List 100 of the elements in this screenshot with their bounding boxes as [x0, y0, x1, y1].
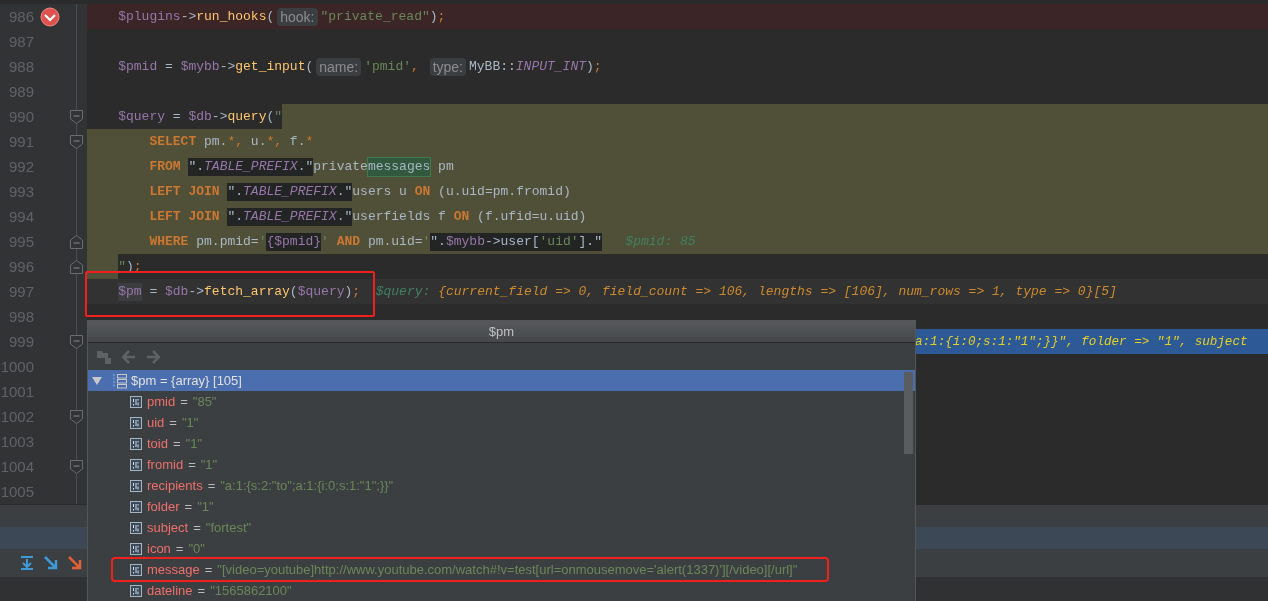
field-icon: [130, 437, 142, 450]
code-token: TABLE_PREFIX: [243, 207, 337, 226]
code-token: *,: [227, 132, 244, 151]
tree-item[interactable]: fromid = "1": [113, 454, 248, 475]
field-icon: [130, 584, 142, 597]
code-token: ': [321, 232, 330, 251]
variable-name: message: [147, 562, 200, 577]
code-token: ': [258, 232, 267, 251]
code-token: ;: [593, 57, 602, 76]
sql-keyword: WHERE: [148, 232, 189, 251]
code-token: get_input: [235, 57, 306, 76]
tree-item[interactable]: pmid = "85": [113, 391, 247, 412]
variable-value: "1": [185, 436, 203, 451]
code-token: 'pmid': [364, 57, 411, 76]
code-token: (: [289, 282, 298, 301]
code-token: 'uid': [539, 232, 579, 251]
parameter-hint: type:: [429, 57, 466, 76]
tree-item[interactable]: recipients = "a:1:{s:2:"to";a:1:{i:0;s:1:"1";}}": [113, 475, 424, 496]
field-icon: [130, 458, 142, 471]
code-token: ): [586, 57, 594, 76]
code-token: $db: [188, 107, 212, 126]
variable-name: icon: [147, 541, 171, 556]
code-token: ): [429, 7, 438, 26]
fold-marker-icon[interactable]: [70, 334, 83, 349]
code-token: .": [336, 182, 353, 201]
code-token: ;: [352, 282, 361, 301]
variable-name: subject: [147, 520, 189, 535]
sql-keyword: FROM: [148, 157, 182, 176]
inline-debug-value: {current_field => 0, field_count => 106, lengths => [106], num_rows => 1, type => 0}[5]: [438, 282, 1117, 301]
code-token: $db: [165, 282, 189, 301]
code-token: *: [305, 132, 314, 151]
fold-marker-icon[interactable]: [70, 109, 83, 124]
fold-marker-icon[interactable]: [70, 459, 83, 474]
variable-name: uid: [147, 415, 165, 430]
scrollbar-thumb[interactable]: [904, 372, 913, 454]
variable-value: "0": [188, 541, 205, 556]
code-token: ].": [578, 232, 602, 251]
popup-title: $pm: [88, 321, 915, 343]
tree-item[interactable]: subject = "fortest": [113, 517, 282, 538]
code-token: f.: [288, 132, 306, 151]
variable-value: "1565862100": [210, 583, 292, 598]
code-token: "private_read": [320, 7, 430, 26]
fold-marker-icon[interactable]: [70, 234, 83, 249]
sql-keyword: AND: [336, 232, 361, 251]
code-token: pm: [437, 157, 454, 176]
code-token: private: [313, 157, 368, 176]
code-token: {$pmid}: [266, 232, 322, 251]
equals-sign: =: [175, 541, 184, 556]
fold-marker-icon[interactable]: [70, 134, 83, 149]
equals-sign: =: [184, 499, 193, 514]
step-into-icon[interactable]: [43, 555, 59, 571]
code-token: ->user[: [484, 232, 540, 251]
variable-value: "85": [192, 394, 217, 409]
equals-sign: =: [188, 457, 196, 472]
sql-keyword: ON: [453, 207, 470, 226]
code-token: ): [344, 282, 353, 301]
code-token: (u.uid=pm.fromid): [437, 182, 571, 201]
tree-item[interactable]: icon = "0": [113, 538, 235, 559]
force-step-into-icon[interactable]: [67, 555, 83, 571]
code-token: userfields f: [352, 207, 447, 226]
code-token: (f.ufid=u.uid): [476, 207, 587, 226]
equals-sign: =: [169, 415, 177, 430]
code-token: $plugins: [117, 7, 181, 26]
field-icon: [130, 563, 142, 576]
tree-item[interactable]: dateline = "1565862100": [113, 580, 322, 601]
equals-sign: =: [172, 436, 181, 451]
code-token: $query: [117, 107, 165, 126]
code-token: run_hooks: [196, 7, 267, 26]
code-token: $pmid: [117, 57, 158, 76]
variable-name: dateline: [147, 583, 193, 598]
code-token: $mybb: [445, 232, 485, 251]
variable-name: toid: [147, 436, 168, 451]
breakpoint-icon[interactable]: [40, 6, 60, 27]
variable-value: "fortest": [205, 520, 252, 535]
code-token: ": [117, 257, 126, 276]
parameter-hint: hook:: [277, 7, 318, 26]
sql-keyword: SELECT: [148, 132, 197, 151]
code-token: ".: [227, 182, 244, 201]
variable-value: "a:1:{s:2:"to";a:1:{i:0;s:1:"1";}}": [220, 478, 394, 493]
expand-arrow-icon[interactable]: [92, 375, 102, 386]
code-token: =: [164, 57, 174, 76]
parameter-hint: name:: [316, 57, 362, 76]
tree-item[interactable]: message = "[video=youtube]http://www.youtube.com/watch#!v=test[url=onmousemove='alert(1337)'][/video][/url]": [113, 559, 828, 580]
code-token: =: [171, 107, 182, 126]
tree-item[interactable]: toid = "1": [113, 433, 233, 454]
step-over-icon[interactable]: [19, 555, 35, 571]
code-token: $mybb: [180, 57, 220, 76]
code-token: pm.: [203, 132, 228, 151]
inline-debug-value: a:1:{i:0;s:1:"1";}}", folder => "1", subject: [915, 333, 1248, 351]
fold-marker-icon[interactable]: [70, 409, 83, 424]
tree-item[interactable]: uid = "1": [113, 412, 229, 433]
tree-item[interactable]: folder = "1": [113, 496, 244, 517]
variable-value: "1": [181, 415, 199, 430]
tree-item[interactable]: $pm = {array} [105]: [88, 370, 915, 391]
code-token: TABLE_PREFIX: [243, 182, 337, 201]
fold-marker-icon[interactable]: [70, 259, 83, 274]
field-icon: [130, 395, 142, 408]
code-token: MyBB::: [469, 57, 516, 76]
equals-sign: =: [204, 562, 213, 577]
field-icon: [130, 479, 142, 492]
